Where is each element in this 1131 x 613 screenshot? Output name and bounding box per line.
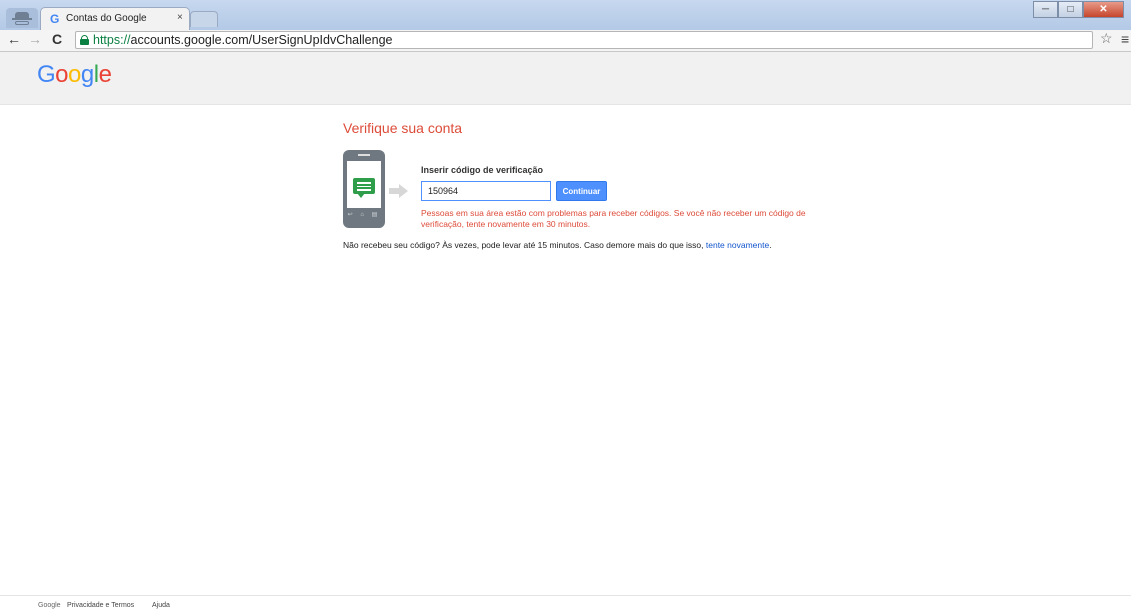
- incognito-icon: [6, 8, 38, 28]
- window-controls: ─ □ ✕: [1033, 1, 1124, 19]
- url-text: https://accounts.google.com/UserSignUpId…: [93, 33, 393, 47]
- browser-titlebar: G Contas do Google × ─ □ ✕: [0, 0, 1131, 30]
- tab-title: Contas do Google: [66, 13, 147, 24]
- close-window-button[interactable]: ✕: [1083, 1, 1124, 18]
- minimize-button[interactable]: ─: [1033, 1, 1058, 18]
- footer-privacy-link[interactable]: Privacidade e Termos: [67, 602, 134, 609]
- footer-help-link[interactable]: Ajuda: [152, 602, 170, 609]
- back-icon[interactable]: ←: [7, 31, 21, 47]
- google-logo: Google: [37, 61, 112, 89]
- forward-icon[interactable]: →: [28, 31, 42, 47]
- google-header: Google: [0, 52, 1131, 105]
- lock-icon: [80, 35, 89, 45]
- page-title: Verifique sua conta: [343, 120, 463, 136]
- footer-google: Google: [38, 602, 61, 609]
- verification-panel: Verifique sua conta ↩ ⌂ ▤ Inserir código…: [343, 120, 806, 250]
- resend-note: Não recebeu seu código? Às vezes, pode l…: [343, 240, 772, 250]
- star-icon[interactable]: ☆: [1100, 30, 1113, 47]
- code-label: Inserir código de verificação: [421, 165, 544, 175]
- error-message: Pessoas em sua área estão com problemas …: [421, 208, 806, 229]
- browser-toolbar: ← → C https://accounts.google.com/UserSi…: [0, 30, 1131, 52]
- logo-letter: e: [98, 61, 112, 88]
- verification-code-input[interactable]: [421, 181, 551, 201]
- page-footer: Google Privacidade e Termos Ajuda: [0, 595, 1131, 613]
- address-bar[interactable]: https://accounts.google.com/UserSignUpId…: [75, 31, 1093, 49]
- maximize-button[interactable]: □: [1058, 1, 1083, 18]
- new-tab-button[interactable]: [190, 11, 218, 27]
- retry-link[interactable]: tente novamente: [706, 240, 769, 250]
- logo-letter: o: [68, 61, 81, 88]
- logo-letter: o: [55, 61, 69, 88]
- menu-icon[interactable]: ≡: [1121, 31, 1129, 47]
- logo-letter: G: [37, 61, 56, 88]
- logo-letter: g: [80, 61, 94, 88]
- google-favicon-icon: G: [50, 12, 60, 26]
- phone-icon: ↩ ⌂ ▤: [343, 150, 385, 228]
- tab-close-icon[interactable]: ×: [177, 12, 183, 23]
- chat-bubble-icon: [353, 178, 375, 198]
- reload-icon[interactable]: C: [52, 31, 62, 47]
- continue-button[interactable]: Continuar: [556, 181, 607, 201]
- browser-tab[interactable]: G Contas do Google ×: [40, 7, 190, 30]
